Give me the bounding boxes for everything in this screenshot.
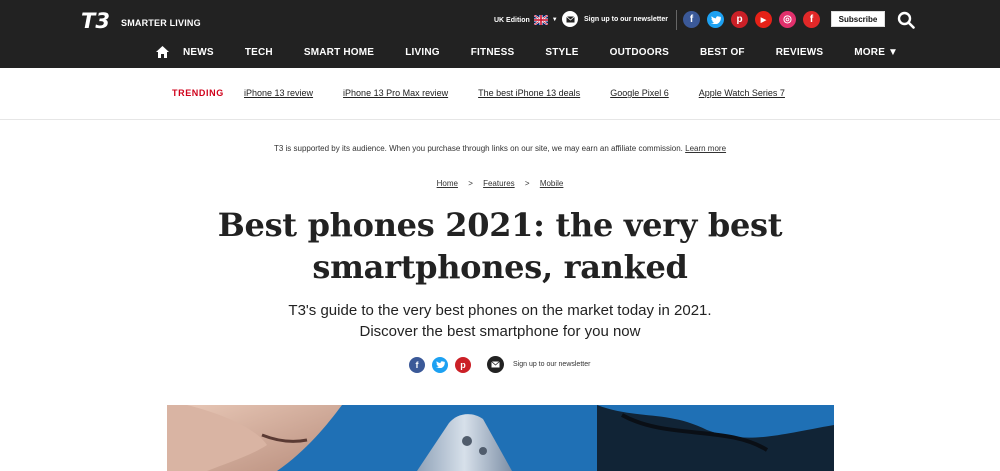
svg-text:T3: T3 <box>81 9 110 31</box>
youtube-icon[interactable]: ▶ <box>755 11 772 28</box>
nav-item-news[interactable]: NEWS <box>183 47 214 58</box>
divider <box>676 10 677 30</box>
mail-icon <box>562 11 578 27</box>
home-icon[interactable] <box>156 46 169 58</box>
main-nav: NEWS TECH SMART HOME LIVING FITNESS STYL… <box>156 46 898 58</box>
twitter-icon[interactable] <box>707 11 724 28</box>
newsletter-label: Sign up to our newsletter <box>584 15 669 23</box>
standfirst-line-2: Discover the best smartphone for you now <box>359 323 641 340</box>
top-header: T3 SMARTER LIVING UK Edition ▼ Sign up t… <box>0 0 1000 68</box>
breadcrumb-separator: > <box>524 179 530 188</box>
trending-link[interactable]: Apple Watch Series 7 <box>699 88 785 98</box>
share-bar: f p Sign up to our newsletter <box>409 356 590 373</box>
learn-more-link[interactable]: Learn more <box>685 144 726 153</box>
nav-item-best-of[interactable]: BEST OF <box>700 47 745 58</box>
newsletter-signup-link[interactable]: Sign up to our newsletter <box>513 361 590 368</box>
breadcrumb-separator: > <box>468 179 473 188</box>
pinterest-icon[interactable]: p <box>731 11 748 28</box>
facebook-share-icon[interactable]: f <box>409 356 425 373</box>
nav-item-more[interactable]: MORE ▼ <box>854 47 898 58</box>
breadcrumb-home[interactable]: Home <box>437 179 458 188</box>
flipboard-icon[interactable]: f <box>803 11 820 28</box>
chevron-down-icon: ▼ <box>551 17 558 23</box>
subscribe-button[interactable]: Subscribe <box>831 11 885 27</box>
disclaimer-text: T3 is supported by its audience. When yo… <box>273 144 686 153</box>
nav-item-living[interactable]: LIVING <box>405 47 440 58</box>
trending-bar: TRENDING iPhone 13 review iPhone 13 Pro … <box>0 68 1000 120</box>
uk-flag-icon <box>533 15 548 25</box>
nav-item-smart-home[interactable]: SMART HOME <box>304 47 374 58</box>
nav-item-outdoors[interactable]: OUTDOORS <box>610 47 669 58</box>
nav-item-fitness[interactable]: FITNESS <box>471 47 515 58</box>
trending-links: iPhone 13 review iPhone 13 Pro Max revie… <box>244 88 785 98</box>
affiliate-disclaimer: T3 is supported by its audience. When yo… <box>0 144 1000 153</box>
article-standfirst: T3's guide to the very best phones on th… <box>200 300 800 342</box>
instagram-icon[interactable]: ◎ <box>779 11 796 28</box>
twitter-share-icon[interactable] <box>432 356 448 373</box>
trending-link[interactable]: Google Pixel 6 <box>610 88 669 98</box>
edition-label: UK Edition <box>494 16 530 24</box>
trending-link[interactable]: The best iPhone 13 deals <box>478 88 580 98</box>
nav-item-tech[interactable]: TECH <box>245 47 273 58</box>
trending-label: TRENDING <box>172 88 224 98</box>
breadcrumb-mobile[interactable]: Mobile <box>540 179 564 188</box>
breadcrumb: Home > Features > Mobile <box>0 179 1000 188</box>
nav-item-reviews[interactable]: REVIEWS <box>776 47 824 58</box>
breadcrumb-features[interactable]: Features <box>483 179 515 188</box>
t3-logo[interactable]: T3 <box>81 9 113 31</box>
standfirst-line-1: T3's guide to the very best phones on th… <box>288 302 712 319</box>
nav-item-style[interactable]: STYLE <box>545 47 578 58</box>
edition-selector[interactable]: UK Edition ▼ <box>494 15 558 25</box>
search-icon[interactable] <box>897 11 915 29</box>
mail-icon[interactable] <box>487 356 504 373</box>
trending-link[interactable]: iPhone 13 Pro Max review <box>343 88 448 98</box>
hero-photo <box>167 405 834 471</box>
page-title: Best phones 2021: the very best smartpho… <box>217 206 783 286</box>
newsletter-signup-link[interactable]: Sign up to our newsletter <box>562 11 668 27</box>
social-links: f p ▶ ◎ f <box>683 11 820 28</box>
facebook-icon[interactable]: f <box>683 11 700 28</box>
site-tagline: SMARTER LIVING <box>121 18 201 28</box>
hero-image <box>167 405 834 471</box>
pinterest-share-icon[interactable]: p <box>455 356 471 373</box>
trending-link[interactable]: iPhone 13 review <box>244 88 313 98</box>
